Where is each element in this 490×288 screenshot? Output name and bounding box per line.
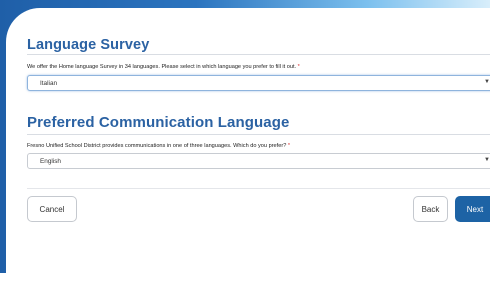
communication-language-title: Preferred Communication Language [27, 114, 290, 131]
communication-language-question: Fresno Unified School District provides … [27, 143, 290, 149]
language-survey-question-text: We offer the Home language Survey in 34 … [27, 64, 297, 70]
required-mark: * [287, 143, 291, 149]
survey-language-select[interactable]: Italian ▼ [27, 75, 490, 91]
chevron-down-icon: ▼ [484, 79, 490, 85]
next-button[interactable]: Next [455, 196, 490, 222]
required-mark: * [297, 64, 300, 70]
communication-language-question-text: Fresno Unified School District provides … [27, 143, 287, 149]
communication-language-selected-value: English [40, 158, 61, 165]
section-divider [27, 134, 490, 135]
language-survey-title: Language Survey [27, 37, 150, 53]
section-divider [27, 54, 490, 55]
back-button[interactable]: Back [413, 196, 448, 222]
chevron-down-icon: ▼ [484, 157, 490, 163]
actions-divider [27, 188, 490, 189]
language-survey-question: We offer the Home language Survey in 34 … [27, 64, 300, 70]
survey-language-selected-value: Italian [40, 80, 58, 87]
cancel-button[interactable]: Cancel [27, 196, 77, 222]
communication-language-select[interactable]: English ▼ [27, 153, 490, 169]
